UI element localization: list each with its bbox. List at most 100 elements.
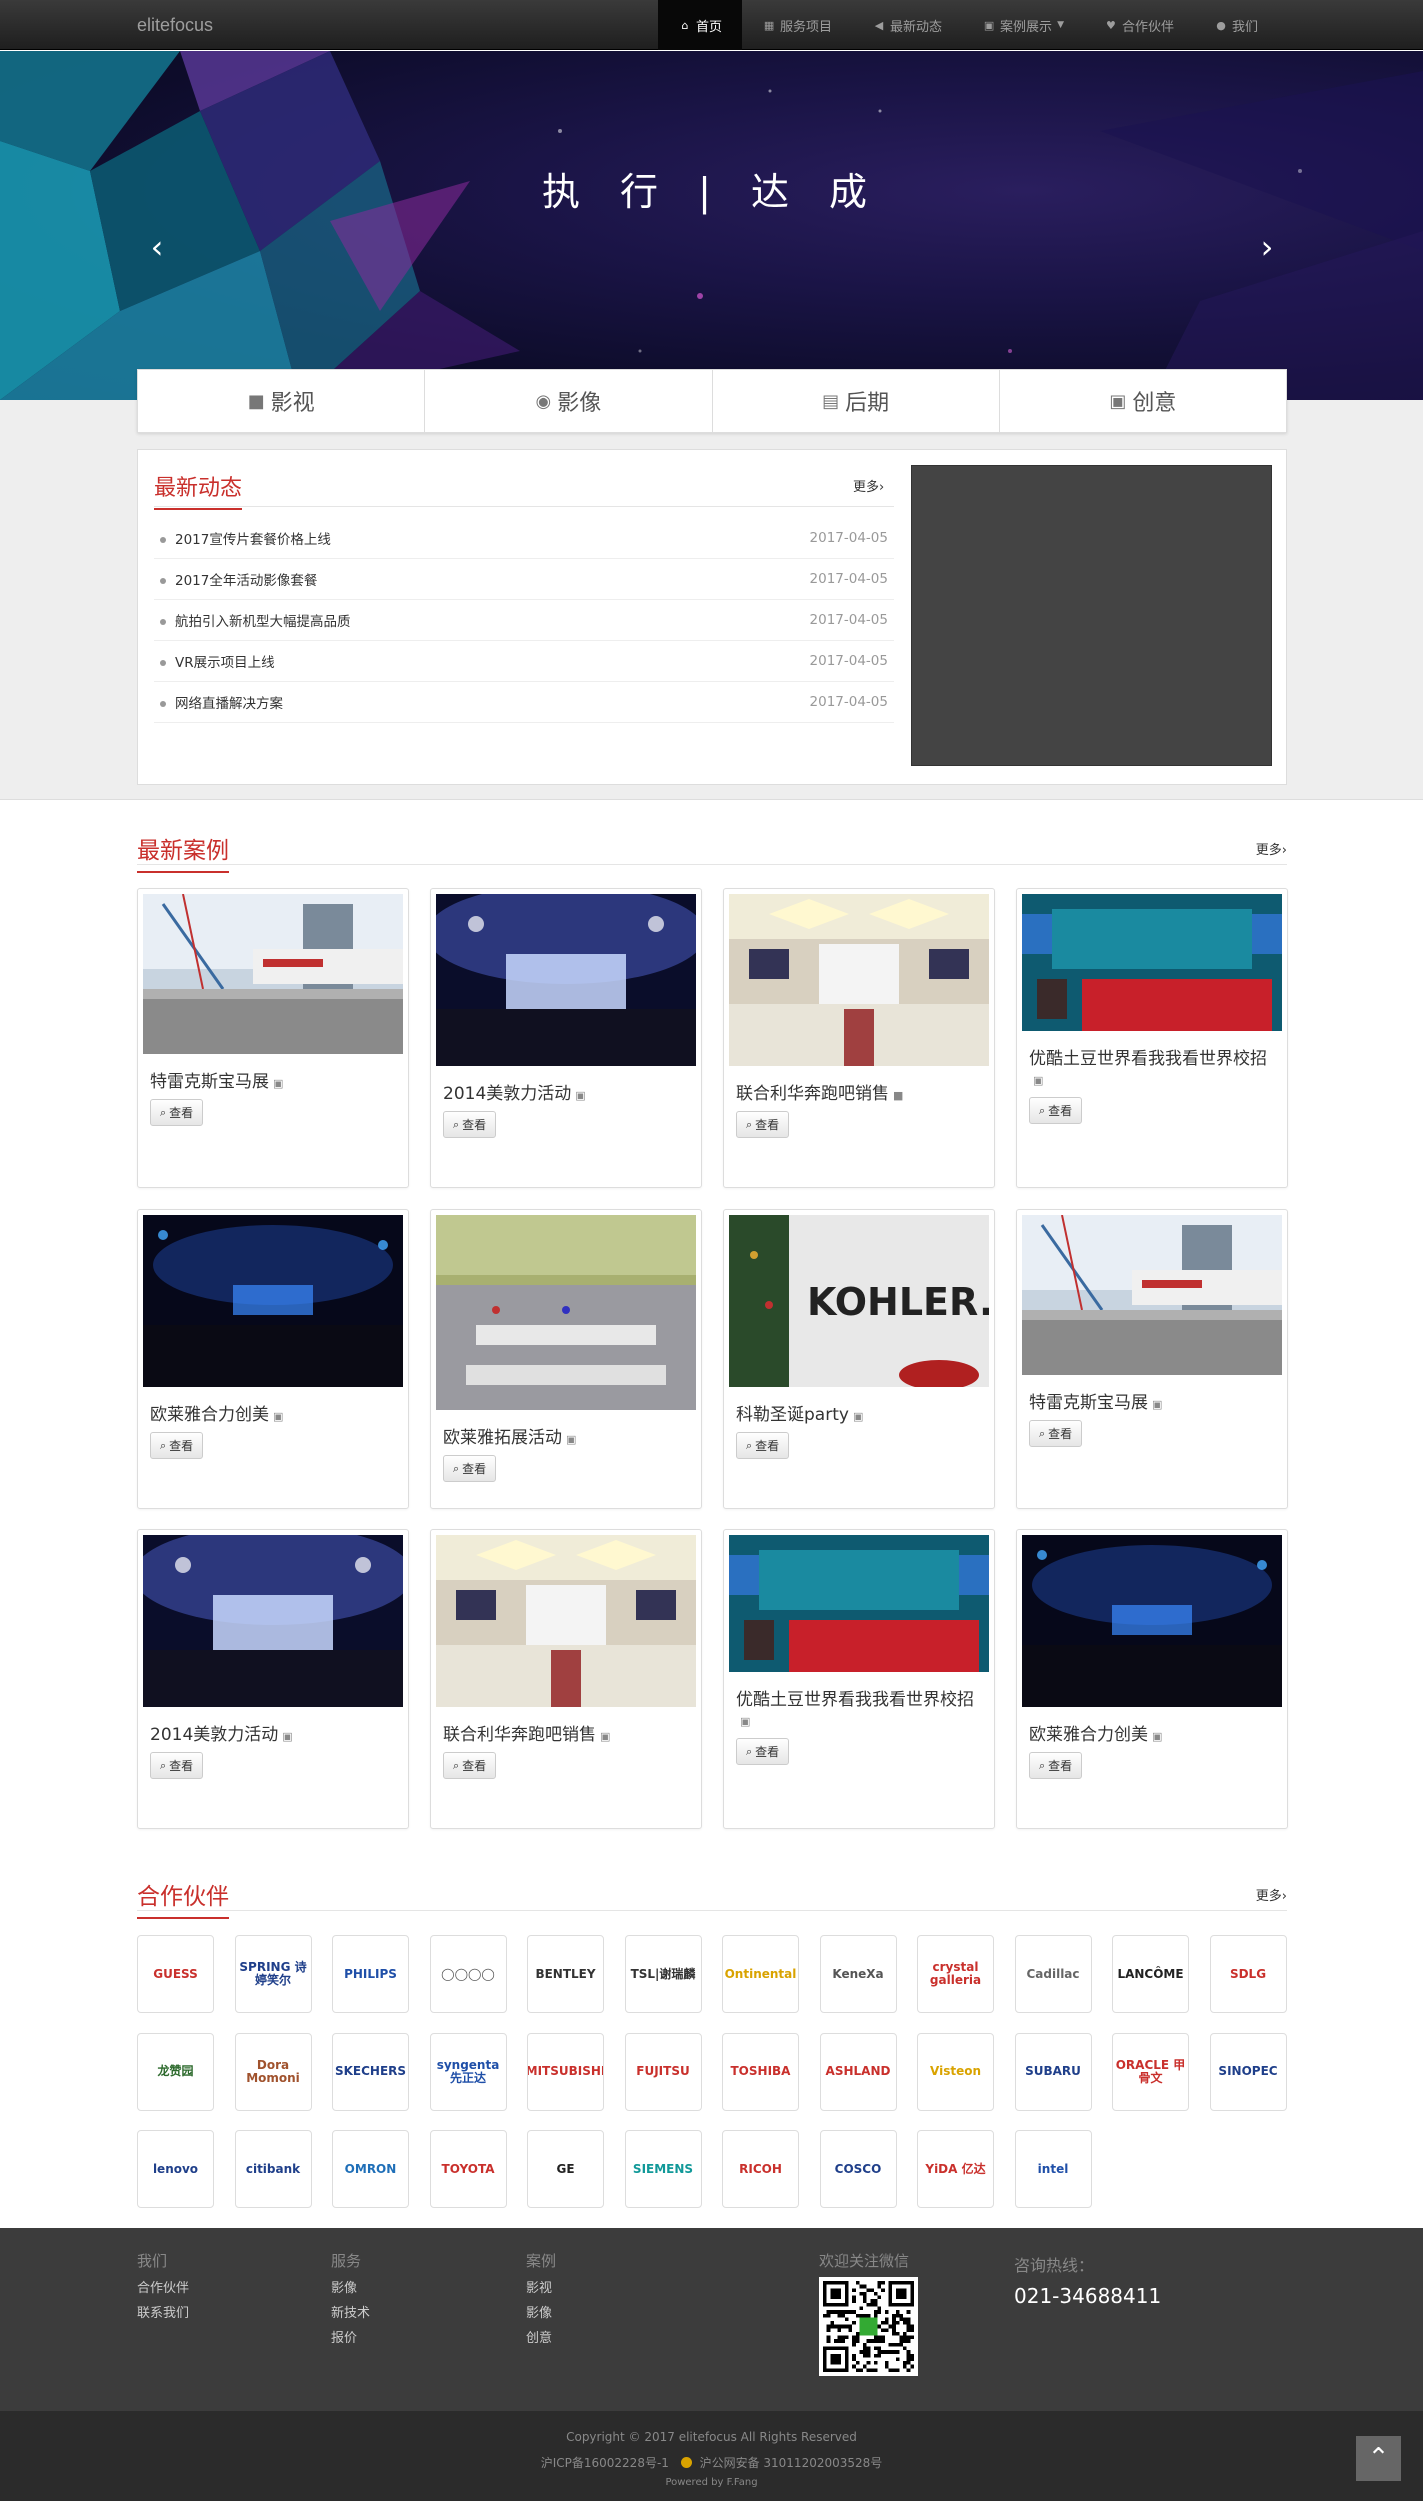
footer-link[interactable]: 影视 (526, 2276, 556, 2301)
news-more-link[interactable]: 更多› (853, 476, 884, 495)
case-thumbnail[interactable] (1022, 1535, 1282, 1707)
case-card[interactable]: 优酷土豆世界看我我看世界校招 ▣ ⌕ 查看 (723, 1529, 995, 1829)
case-thumbnail[interactable] (436, 1215, 696, 1410)
service-tab-3[interactable]: ▣ 创意 (1000, 370, 1286, 432)
view-case-button[interactable]: ⌕ 查看 (1029, 1420, 1083, 1447)
news-item[interactable]: 航拍引入新机型大幅提高品质 2017-04-05 (154, 600, 894, 641)
view-case-button[interactable]: ⌕ 查看 (443, 1752, 497, 1779)
partner-logo[interactable]: LANCÔME (1112, 1935, 1189, 2013)
partner-logo[interactable]: OMRON (332, 2130, 409, 2208)
case-card[interactable]: 2014美敦力活动 ▣ ⌕ 查看 (137, 1529, 409, 1829)
case-thumbnail[interactable] (729, 1535, 989, 1672)
view-case-button[interactable]: ⌕ 查看 (150, 1432, 204, 1459)
case-thumbnail[interactable] (143, 1215, 403, 1387)
partners-more-link[interactable]: 更多› (1256, 1885, 1287, 1904)
case-card[interactable]: 联合利华奔跑吧销售 ▣ ⌕ 查看 (430, 1529, 702, 1829)
news-item[interactable]: 网络直播解决方案 2017-04-05 (154, 682, 894, 723)
partner-logo[interactable]: TSL|谢瑞麟 (624, 1935, 702, 2013)
nav-item-5[interactable]: ● 我们 (1194, 0, 1278, 50)
partner-logo[interactable]: FUJITSU (624, 2032, 702, 2111)
case-title[interactable]: 特雷克斯宝马展 ▣ (150, 1072, 400, 1094)
nav-item-2[interactable]: ◀ 最新动态 (852, 0, 962, 50)
news-title[interactable]: VR展示项目上线 (175, 655, 275, 671)
news-title[interactable]: 2017宣传片套餐价格上线 (175, 532, 331, 548)
case-title[interactable]: 欧莱雅合力创美 ▣ (1029, 1725, 1279, 1747)
case-thumbnail[interactable] (143, 894, 403, 1054)
view-case-button[interactable]: ⌕ 查看 (736, 1432, 790, 1459)
partner-logo[interactable]: GE (527, 2130, 604, 2208)
partner-logo[interactable]: ◯◯◯◯ (429, 1935, 507, 2013)
service-tab-1[interactable]: ◉ 影像 (425, 370, 713, 432)
partner-logo[interactable]: RICOH (722, 2130, 799, 2208)
cases-more-link[interactable]: 更多› (1256, 839, 1287, 858)
case-title[interactable]: 科勒圣诞party ▣ (736, 1405, 986, 1427)
police-record-link[interactable]: 沪公网安备 31011202003528号 (700, 2456, 883, 2470)
case-title[interactable]: 欧莱雅合力创美 ▣ (150, 1405, 400, 1427)
partner-logo[interactable]: SUBARU (1014, 2032, 1092, 2111)
news-item[interactable]: VR展示项目上线 2017-04-05 (154, 641, 894, 682)
partner-logo[interactable]: TOYOTA (429, 2130, 507, 2208)
carousel-prev-button[interactable]: ‹ (142, 219, 172, 275)
view-case-button[interactable]: ⌕ 查看 (736, 1111, 790, 1138)
case-thumbnail[interactable] (436, 1535, 696, 1707)
case-card[interactable]: 优酷土豆世界看我我看世界校招 ▣ ⌕ 查看 (1016, 888, 1288, 1188)
carousel-next-button[interactable]: › (1252, 219, 1282, 275)
partner-logo[interactable]: SIEMENS (624, 2130, 702, 2208)
news-title[interactable]: 2017全年活动影像套餐 (175, 573, 317, 589)
case-card[interactable]: 欧莱雅合力创美 ▣ ⌕ 查看 (137, 1209, 409, 1509)
case-title[interactable]: 特雷克斯宝马展 ▣ (1029, 1393, 1279, 1415)
back-to-top-button[interactable]: ⌃ (1356, 2436, 1401, 2481)
partner-logo[interactable]: MITSUBISHI (527, 2032, 604, 2111)
footer-link[interactable]: 影像 (526, 2301, 556, 2326)
case-thumbnail[interactable] (436, 894, 696, 1066)
case-card[interactable]: 联合利华奔跑吧销售 ■ ⌕ 查看 (723, 888, 995, 1188)
case-thumbnail[interactable] (143, 1535, 403, 1707)
news-item[interactable]: 2017宣传片套餐价格上线 2017-04-05 (154, 518, 894, 559)
footer-link[interactable]: 影像 (331, 2276, 370, 2301)
case-thumbnail[interactable] (1022, 894, 1282, 1031)
footer-link[interactable]: 联系我们 (137, 2301, 189, 2326)
case-card[interactable]: 欧莱雅拓展活动 ▣ ⌕ 查看 (430, 1209, 702, 1509)
case-card[interactable]: 欧莱雅合力创美 ▣ ⌕ 查看 (1016, 1529, 1288, 1829)
partner-logo[interactable]: Dora Momoni (234, 2032, 312, 2111)
partner-logo[interactable]: lenovo (137, 2130, 214, 2208)
partner-logo[interactable]: GUESS (137, 1935, 214, 2013)
partner-logo[interactable]: ASHLAND (819, 2032, 897, 2111)
service-tab-0[interactable]: ■ 影视 (138, 370, 426, 432)
partner-logo[interactable]: ORACLE 甲骨文 (1112, 2032, 1189, 2111)
partner-logo[interactable]: SKECHERS (332, 2032, 409, 2111)
partner-logo[interactable]: KeneXa (819, 1935, 897, 2013)
news-title[interactable]: 航拍引入新机型大幅提高品质 (175, 614, 351, 630)
partner-logo[interactable]: TOSHIBA (722, 2032, 799, 2111)
partner-logo[interactable]: intel (1014, 2130, 1092, 2208)
footer-link[interactable]: 创意 (526, 2326, 556, 2351)
partner-logo[interactable]: PHILIPS (332, 1935, 409, 2013)
case-card[interactable]: 特雷克斯宝马展 ▣ ⌕ 查看 (137, 888, 409, 1188)
view-case-button[interactable]: ⌕ 查看 (443, 1111, 497, 1138)
case-title[interactable]: 联合利华奔跑吧销售 ▣ (443, 1725, 693, 1747)
nav-item-4[interactable]: ♥ 合作伙伴 (1084, 0, 1194, 50)
partner-logo[interactable]: SPRING 诗婷笑尔 (234, 1935, 312, 2013)
partner-logo[interactable]: citibank (234, 2130, 312, 2208)
view-case-button[interactable]: ⌕ 查看 (1029, 1752, 1083, 1779)
partner-logo[interactable]: Ontinental (722, 1935, 799, 2013)
partner-logo[interactable]: COSCO (819, 2130, 897, 2208)
partner-logo[interactable]: 龙赞园 (137, 2032, 214, 2111)
case-card[interactable]: KOHLER. 科勒圣诞party ▣ ⌕ 查看 (723, 1209, 995, 1509)
case-title[interactable]: 优酷土豆世界看我我看世界校招 ▣ (736, 1690, 986, 1732)
case-title[interactable]: 联合利华奔跑吧销售 ■ (736, 1084, 986, 1106)
partner-logo[interactable]: SINOPEC (1209, 2032, 1287, 2111)
nav-item-3[interactable]: ▣ 案例展示 ▼ (962, 0, 1084, 50)
case-title[interactable]: 2014美敦力活动 ▣ (443, 1084, 693, 1106)
news-item[interactable]: 2017全年活动影像套餐 2017-04-05 (154, 559, 894, 600)
case-title[interactable]: 优酷土豆世界看我我看世界校招 ▣ (1029, 1049, 1279, 1091)
service-tab-2[interactable]: ▤ 后期 (713, 370, 1000, 432)
case-title[interactable]: 2014美敦力活动 ▣ (150, 1725, 400, 1747)
partner-logo[interactable]: SDLG (1209, 1935, 1287, 2013)
nav-item-0[interactable]: ⌂ 首页 (658, 0, 743, 50)
view-case-button[interactable]: ⌕ 查看 (150, 1099, 204, 1126)
brand-logo[interactable]: elitefocus (137, 0, 213, 50)
case-card[interactable]: 特雷克斯宝马展 ▣ ⌕ 查看 (1016, 1209, 1288, 1509)
news-title[interactable]: 网络直播解决方案 (175, 696, 283, 712)
partner-logo[interactable]: YiDA 亿达 (917, 2130, 994, 2208)
